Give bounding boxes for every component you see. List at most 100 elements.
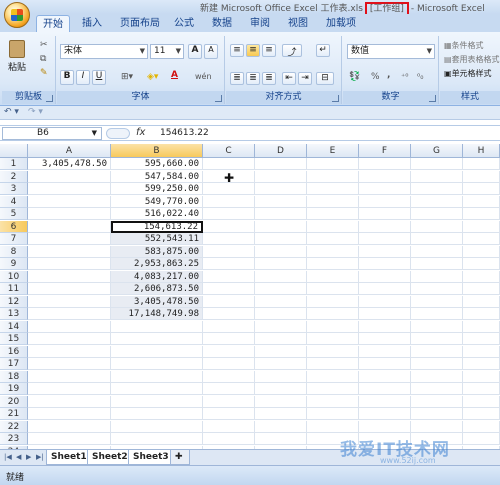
formula-input[interactable]: 154613.22: [160, 128, 209, 138]
grid-cell[interactable]: [307, 245, 359, 258]
grid-cell[interactable]: [463, 395, 500, 408]
grid-cell[interactable]: [255, 308, 307, 320]
grid-cell[interactable]: [411, 283, 463, 295]
grid-cell[interactable]: [255, 220, 307, 233]
grid-cell[interactable]: [255, 195, 307, 208]
grid-cell[interactable]: [255, 208, 307, 220]
grid-cell[interactable]: [359, 408, 411, 420]
row-header[interactable]: 1: [0, 158, 28, 170]
grid-cell[interactable]: [359, 245, 411, 258]
grid-cell[interactable]: [463, 245, 500, 258]
grid-cell[interactable]: [111, 358, 203, 370]
sheet-tab-3[interactable]: Sheet3: [128, 450, 174, 465]
grid-cell[interactable]: [111, 333, 203, 345]
cell-b1[interactable]: 595,660.00: [111, 158, 203, 170]
grid-cell[interactable]: [307, 408, 359, 420]
cell-styles-button[interactable]: ▣单元格样式: [444, 68, 492, 79]
grid-cell[interactable]: [28, 345, 111, 358]
grid-cell[interactable]: [463, 283, 500, 295]
grid-cell[interactable]: [359, 420, 411, 433]
column-header-f[interactable]: F: [359, 144, 411, 158]
grid-cell[interactable]: [203, 233, 255, 245]
increase-indent-icon[interactable]: ⇥: [298, 72, 312, 85]
cut-icon[interactable]: ✂: [40, 40, 48, 50]
row-header[interactable]: 22: [0, 420, 28, 433]
grid-cell[interactable]: [359, 170, 411, 183]
grid-cell[interactable]: [203, 420, 255, 433]
row-header[interactable]: 14: [0, 320, 28, 333]
borders-icon[interactable]: ⊞▾: [121, 72, 133, 82]
conditional-format-button[interactable]: ▦条件格式: [444, 40, 484, 51]
grid-cell[interactable]: [28, 370, 111, 383]
orientation-icon[interactable]: ⤴: [282, 44, 302, 58]
grid-cell[interactable]: [255, 233, 307, 245]
grid-cell[interactable]: [359, 370, 411, 383]
grid-cell[interactable]: [463, 270, 500, 283]
grid-cell[interactable]: [307, 333, 359, 345]
grid-cell[interactable]: [411, 333, 463, 345]
grid-cell[interactable]: [463, 320, 500, 333]
row-header[interactable]: 7: [0, 233, 28, 245]
tab-page-layout[interactable]: 页面布局: [114, 15, 166, 32]
grid-cell[interactable]: [463, 383, 500, 395]
grid-cell[interactable]: [203, 333, 255, 345]
row-header[interactable]: 15: [0, 333, 28, 345]
grid-cell[interactable]: [28, 195, 111, 208]
grid-cell[interactable]: [411, 370, 463, 383]
row-header[interactable]: 10: [0, 270, 28, 283]
grid-cell[interactable]: [411, 233, 463, 245]
grid-cell[interactable]: [307, 195, 359, 208]
row-header[interactable]: 16: [0, 345, 28, 358]
grid-cell[interactable]: [463, 158, 500, 170]
tab-formulas[interactable]: 公式: [168, 15, 200, 32]
row-header[interactable]: 21: [0, 408, 28, 420]
grid-cell[interactable]: [463, 233, 500, 245]
grid-cell[interactable]: [359, 395, 411, 408]
clipboard-launcher-icon[interactable]: [46, 95, 53, 102]
grid-cell[interactable]: [307, 395, 359, 408]
grid-cell[interactable]: [359, 258, 411, 270]
font-size-select[interactable]: 11 ▼: [150, 44, 184, 59]
grid-cell[interactable]: [255, 258, 307, 270]
decrease-decimal-icon[interactable]: ⁰₀: [417, 72, 423, 81]
bold-button[interactable]: B: [60, 70, 74, 85]
grid-cell[interactable]: [255, 395, 307, 408]
grid-cell[interactable]: [28, 433, 111, 445]
column-header-h[interactable]: H: [463, 144, 500, 158]
grid-cell[interactable]: [411, 295, 463, 308]
tab-insert[interactable]: 插入: [76, 15, 108, 32]
select-all-corner[interactable]: [0, 144, 28, 158]
grid-cell[interactable]: [463, 195, 500, 208]
grid-cell[interactable]: [463, 170, 500, 183]
grid-cell[interactable]: [411, 258, 463, 270]
align-middle-icon[interactable]: ≡: [246, 44, 260, 57]
grid-cell[interactable]: [463, 370, 500, 383]
column-header-g[interactable]: G: [411, 144, 463, 158]
prev-sheet-icon[interactable]: ◀: [16, 453, 21, 461]
grid-cell[interactable]: [203, 245, 255, 258]
grid-cell[interactable]: [111, 420, 203, 433]
phonetic-button[interactable]: wén: [195, 72, 212, 81]
grid-cell[interactable]: [463, 220, 500, 233]
underline-button[interactable]: U: [92, 70, 106, 85]
grid-cell[interactable]: [307, 370, 359, 383]
column-header-a[interactable]: A: [28, 144, 111, 158]
grid-cell[interactable]: [203, 283, 255, 295]
table-format-button[interactable]: ▤套用表格格式: [444, 54, 500, 65]
sheet-tab-2[interactable]: Sheet2: [87, 450, 133, 465]
grid-cell[interactable]: [307, 220, 359, 233]
grid-cell[interactable]: [463, 345, 500, 358]
font-launcher-icon[interactable]: [215, 95, 222, 102]
tab-view[interactable]: 视图: [282, 15, 314, 32]
grid-cell[interactable]: [28, 258, 111, 270]
grid-cell[interactable]: [359, 345, 411, 358]
grid-cell[interactable]: [359, 383, 411, 395]
grid-cell[interactable]: [359, 158, 411, 170]
grid-cell[interactable]: [203, 158, 255, 170]
grid-cell[interactable]: [463, 183, 500, 195]
grid-cell[interactable]: [203, 433, 255, 445]
grid-cell[interactable]: [255, 245, 307, 258]
grid-cell[interactable]: [359, 333, 411, 345]
row-header[interactable]: 6: [0, 220, 28, 233]
grid-cell[interactable]: [203, 258, 255, 270]
